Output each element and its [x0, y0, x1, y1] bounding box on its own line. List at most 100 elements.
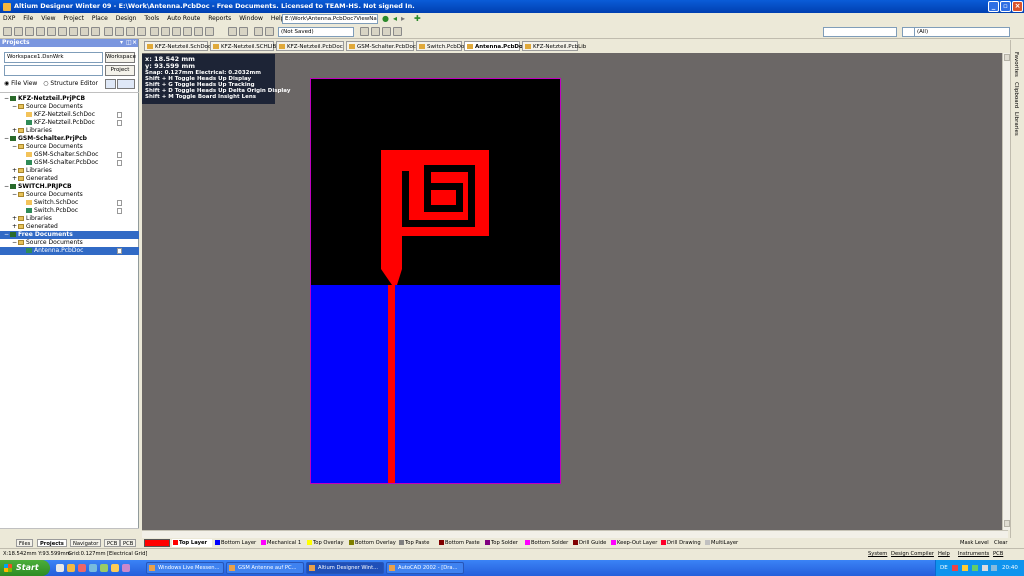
layer-tab[interactable]: Top Layer [172, 539, 212, 547]
layer-tab[interactable]: Mechanical 1 [260, 539, 304, 547]
project-button[interactable]: Project [105, 65, 135, 76]
via-icon[interactable] [183, 27, 192, 36]
canvas-vscroll[interactable] [1002, 53, 1010, 530]
pcb-canvas[interactable]: x: 18.542 mm y: 93.599 mm Snap: 0.127mm … [142, 53, 1008, 530]
tree-item[interactable]: + Libraries [0, 215, 139, 223]
cross-probe-icon[interactable] [137, 27, 146, 36]
pcb-board[interactable] [310, 78, 561, 484]
navigator-tab[interactable]: Navigator [70, 539, 102, 547]
filter-select-1[interactable] [823, 27, 897, 37]
polygon-icon[interactable] [205, 27, 214, 36]
go-icon[interactable]: ● [382, 13, 389, 25]
doc-tab[interactable]: GSM-Schalter.PcbDoc [346, 41, 416, 51]
menu-place[interactable]: Place [89, 13, 111, 25]
mask-level-button[interactable]: Mask Level [960, 539, 989, 547]
libraries-tab[interactable]: Libraries [1013, 112, 1019, 136]
tree-item[interactable]: − SWITCH.PRJPCB [0, 183, 139, 191]
menu-window[interactable]: Window [236, 13, 266, 25]
refresh-icon[interactable] [105, 79, 116, 89]
route-icon[interactable] [150, 27, 159, 36]
menu-reports[interactable]: Reports [205, 13, 234, 25]
component-icon[interactable] [360, 27, 369, 36]
feed-line[interactable] [388, 285, 395, 483]
fill-icon[interactable] [194, 27, 203, 36]
quicklaunch-icon-4[interactable] [89, 564, 97, 572]
clear-icon[interactable] [265, 27, 274, 36]
open-icon[interactable] [14, 27, 23, 36]
pad-icon[interactable] [172, 27, 181, 36]
save-icon[interactable] [25, 27, 34, 36]
layer-tab[interactable]: Bottom Solder [524, 539, 570, 547]
canvas-hscroll[interactable] [142, 530, 1008, 538]
layer-tab[interactable]: Top Overlay [306, 539, 346, 547]
tray-icon-5[interactable] [991, 564, 998, 571]
menu-design[interactable]: Design [113, 13, 140, 25]
layer-tab[interactable]: Top Paste [398, 539, 436, 547]
tree-item[interactable]: − KFZ-Netzteil.PrjPCB [0, 95, 139, 103]
tree-item[interactable]: + Generated [0, 223, 139, 231]
tray-icon-3[interactable] [971, 564, 978, 571]
tree-item[interactable]: + Generated [0, 175, 139, 183]
menu-dxp[interactable]: DXP [0, 13, 18, 25]
quicklaunch-icon-5[interactable] [100, 564, 108, 572]
layer-icon[interactable] [382, 27, 391, 36]
filter-all-select[interactable]: (All) [914, 27, 1010, 37]
move-icon[interactable] [115, 27, 124, 36]
doc-tab[interactable]: Switch.PcbDoc [416, 41, 467, 51]
layer-tab[interactable]: Drill Drawing [660, 539, 702, 547]
menu-tools[interactable]: Tools [141, 13, 162, 25]
quicklaunch-icon-3[interactable] [78, 564, 86, 572]
zoom-area-icon[interactable] [58, 27, 67, 36]
projects-tab[interactable]: Projects [37, 539, 67, 547]
status-system[interactable]: System [868, 549, 887, 560]
menu-auto-route[interactable]: Auto Route [164, 13, 203, 25]
layer-tab[interactable]: Bottom Overlay [348, 539, 396, 547]
new-icon[interactable] [3, 27, 12, 36]
quicklaunch-explorer-icon[interactable] [67, 564, 75, 572]
tree-item[interactable]: + Libraries [0, 167, 139, 175]
tree-item[interactable]: − Source Documents [0, 239, 139, 247]
layer-tab[interactable]: Top Solder [484, 539, 522, 547]
redo-icon[interactable] [239, 27, 248, 36]
workspace-button[interactable]: Workspace [105, 52, 136, 63]
status-instruments[interactable]: Instruments [958, 549, 989, 560]
menu-project[interactable]: Project [60, 13, 87, 25]
tree-item[interactable]: Antenna.PcbDoc [0, 247, 139, 255]
tree-item[interactable]: − Source Documents [0, 143, 139, 151]
options-icon[interactable] [117, 79, 135, 89]
clipboard-tab[interactable]: Clipboard [1013, 82, 1019, 108]
task-altium-designer[interactable]: Altium Designer Wint... [306, 562, 384, 574]
status-pcb[interactable]: PCB [993, 549, 1003, 560]
minimize-button[interactable]: _ [988, 1, 999, 12]
project-select[interactable] [4, 65, 103, 76]
print-icon[interactable] [36, 27, 45, 36]
paste-icon[interactable] [91, 27, 100, 36]
tree-item[interactable]: − Source Documents [0, 191, 139, 199]
menu-view[interactable]: View [38, 13, 58, 25]
panel-hscroll[interactable] [0, 528, 139, 538]
task-gsm-antenne[interactable]: GSM Antenne auf PC... [226, 562, 304, 574]
current-layer-swatch[interactable] [144, 539, 170, 547]
pcb-tab-2[interactable]: PCB [120, 539, 137, 547]
select-icon[interactable] [104, 27, 113, 36]
clear-button[interactable]: Clear [994, 539, 1008, 547]
close-button[interactable]: × [1012, 1, 1023, 12]
panel-pin-icon[interactable]: ▾ [120, 39, 123, 47]
favorites-tab[interactable]: Favorites [1013, 52, 1019, 77]
tray-icon-2[interactable] [962, 564, 969, 571]
tree-item[interactable]: Switch.SchDoc [0, 199, 139, 207]
layer-tab[interactable]: Bottom Layer [214, 539, 258, 547]
task-windows-live-messenger[interactable]: Windows Live Messen... [146, 562, 224, 574]
doc-tab[interactable]: KFZ-Netzteil.PcbLib [522, 41, 586, 51]
layer-tab[interactable]: MultiLayer [704, 539, 738, 547]
arc-icon[interactable] [161, 27, 170, 36]
doc-tab[interactable]: KFZ-Netzteil.PcbDoc [276, 41, 344, 51]
task-autocad[interactable]: AutoCAD 2002 - [Dra... [386, 562, 464, 574]
forward-icon[interactable]: ▸ [401, 13, 405, 25]
doc-tab[interactable]: KFZ-Netzteil.SchDoc [144, 41, 211, 51]
rule-icon[interactable] [393, 27, 402, 36]
start-button[interactable]: Start [0, 560, 50, 576]
tree-item[interactable]: − Free Documents [0, 231, 139, 239]
pcb-tab[interactable]: PCB [104, 539, 121, 547]
home-icon[interactable]: ✚ [414, 13, 421, 25]
